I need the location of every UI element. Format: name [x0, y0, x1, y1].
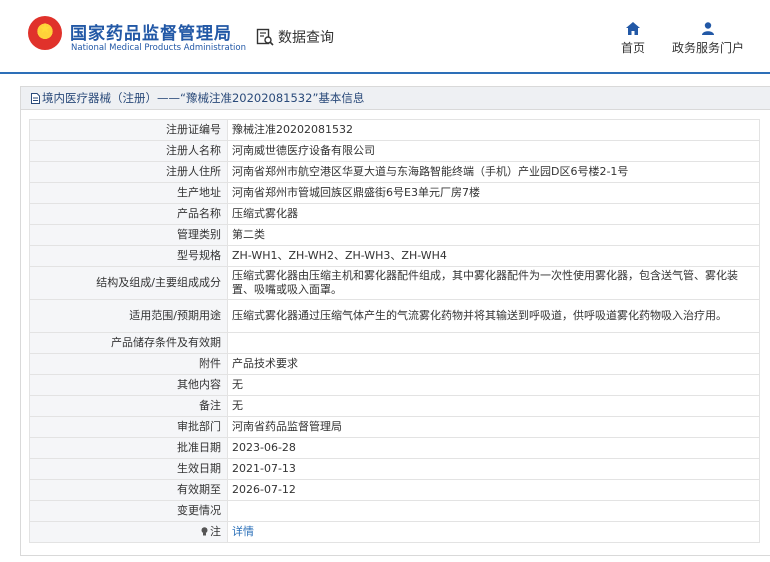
bulb-icon	[201, 527, 208, 536]
field-label: 结构及组成/主要组成成分	[29, 266, 228, 300]
org-name-cn: 国家药品监督管理局	[70, 24, 232, 44]
detail-table: 注册证编号 豫械注准20202081532 注册人名称 河南威世德医疗设备有限公司 …	[29, 119, 760, 543]
table-row: 产品储存条件及有效期	[29, 332, 760, 354]
field-value: ZH-WH1、ZH-WH2、ZH-WH3、ZH-WH4	[227, 245, 760, 267]
document-icon	[31, 93, 40, 104]
table-row: 附件 产品技术要求	[29, 353, 760, 375]
field-value: 河南威世德医疗设备有限公司	[227, 140, 760, 162]
data-query-icon	[256, 28, 274, 46]
note-value-cell: 详情	[227, 521, 760, 543]
nav-home[interactable]: 首页	[620, 22, 646, 56]
user-icon	[702, 22, 714, 35]
field-label: 生效日期	[29, 458, 228, 480]
table-row: 审批部门 河南省药品监督管理局	[29, 416, 760, 438]
field-value: 2026-07-12	[227, 479, 760, 501]
field-label: 生产地址	[29, 182, 228, 204]
field-value: 河南省郑州市管城回族区鼎盛街6号E3单元厂房7楼	[227, 182, 760, 204]
table-row: 适用范围/预期用途 压缩式雾化器通过压缩气体产生的气流雾化药物并将其输送到呼吸道，…	[29, 299, 760, 333]
field-value: 压缩式雾化器通过压缩气体产生的气流雾化药物并将其输送到呼吸道，供呼吸道雾化药物吸…	[227, 299, 760, 333]
field-label: 变更情况	[29, 500, 228, 522]
field-value: 2021-07-13	[227, 458, 760, 480]
field-label: 备注	[29, 395, 228, 417]
field-value: 河南省药品监督管理局	[227, 416, 760, 438]
note-label-cell: 注	[29, 521, 228, 543]
table-row: 管理类别 第二类	[29, 224, 760, 246]
nav-service-portal[interactable]: 政务服务门户	[668, 22, 748, 56]
field-label: 注册人住所	[29, 161, 228, 183]
table-row: 注册人住所 河南省郑州市航空港区华夏大道与东海路智能终端（手机）产业园D区6号楼2…	[29, 161, 760, 183]
note-label: 注	[210, 525, 221, 538]
field-label: 注册证编号	[29, 119, 228, 141]
field-value	[227, 332, 760, 354]
field-value: 2023-06-28	[227, 437, 760, 459]
detail-panel: 境内医疗器械（注册）——“豫械注准20202081532”基本信息 注册证编号豫…	[20, 86, 770, 556]
field-label: 审批部门	[29, 416, 228, 438]
data-query-link[interactable]: 数据查询	[256, 27, 334, 47]
table-row: 注册证编号 豫械注准20202081532	[29, 119, 760, 141]
table-row: 备注无	[29, 395, 760, 417]
org-name-en: National Medical Products Administration	[71, 43, 246, 53]
field-label: 型号规格	[29, 245, 228, 267]
panel-title: 境内医疗器械（注册）——“豫械注准20202081532”基本信息	[42, 91, 365, 105]
field-label: 产品储存条件及有效期	[29, 332, 228, 354]
table-row: 注册人名称 河南威世德医疗设备有限公司	[29, 140, 760, 162]
field-value: 第二类	[227, 224, 760, 246]
table-row: 变更情况	[29, 500, 760, 522]
field-value: 无	[227, 395, 760, 417]
detail-link[interactable]: 详情	[232, 525, 254, 538]
field-value: 河南省郑州市航空港区华夏大道与东海路智能终端（手机）产业园D区6号楼2-1号	[227, 161, 760, 183]
table-row: 生效日期 2021-07-13	[29, 458, 760, 480]
site-header: ★ 国家药品监督管理局 National Medical Products Ad…	[0, 0, 770, 74]
field-value: 豫械注准20202081532	[227, 119, 760, 141]
field-value	[227, 500, 760, 522]
national-emblem-icon: ★	[28, 16, 62, 50]
nav-home-label: 首页	[620, 41, 645, 55]
field-value: 无	[227, 374, 760, 396]
table-row: 型号规格 ZH-WH1、ZH-WH2、ZH-WH3、ZH-WH4	[29, 245, 760, 267]
table-row: 有效期至 2026-07-12	[29, 479, 760, 501]
panel-title-bar: 境内医疗器械（注册）——“豫械注准20202081532”基本信息	[21, 87, 770, 110]
field-label: 批准日期	[29, 437, 228, 459]
table-row: 结构及组成/主要组成成分 压缩式雾化器由压缩主机和雾化器配件组成，其中雾化器配件为…	[29, 266, 760, 300]
data-query-label: 数据查询	[278, 30, 334, 46]
table-row: 批准日期 2023-06-28	[29, 437, 760, 459]
field-label: 管理类别	[29, 224, 228, 246]
table-row: 其他内容无	[29, 374, 760, 396]
field-label: 有效期至	[29, 479, 228, 501]
field-value: 压缩式雾化器由压缩主机和雾化器配件组成，其中雾化器配件为一次性使用雾化器，包含送…	[227, 266, 760, 300]
field-label: 产品名称	[29, 203, 228, 225]
table-row: 生产地址 河南省郑州市管城回族区鼎盛街6号E3单元厂房7楼	[29, 182, 760, 204]
table-row: 产品名称 压缩式雾化器	[29, 203, 760, 225]
nav-service-label: 政务服务门户	[671, 41, 744, 55]
field-label: 适用范围/预期用途	[29, 299, 228, 333]
field-label: 附件	[29, 353, 228, 375]
home-icon	[626, 22, 640, 35]
field-label: 其他内容	[29, 374, 228, 396]
field-value: 产品技术要求	[227, 353, 760, 375]
note-row: 注 详情	[29, 521, 760, 543]
field-value: 压缩式雾化器	[227, 203, 760, 225]
field-label: 注册人名称	[29, 140, 228, 162]
